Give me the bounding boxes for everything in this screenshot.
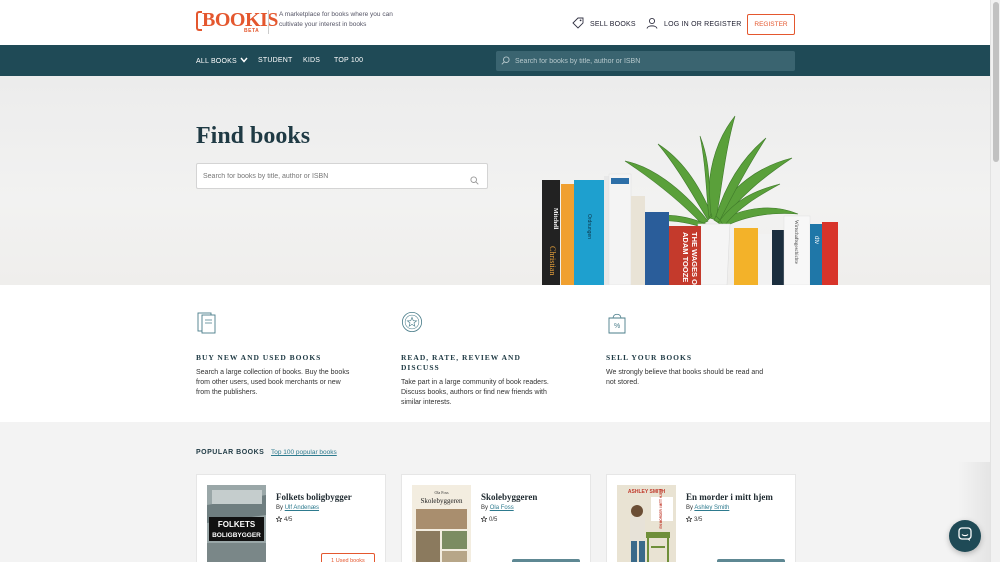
hero-title: Find books (196, 123, 311, 149)
bookis-logo[interactable]: BOOKIS BETA (196, 9, 278, 35)
svg-text:Mitchell: Mitchell (552, 208, 558, 230)
beta-badge: BETA (244, 28, 260, 34)
book-rating: 3/5 (685, 515, 702, 524)
cover-title: Skolebyggeren (421, 497, 463, 505)
header-divider (268, 10, 269, 34)
feature-read-rate: READ, RATE, REVIEW AND DISCUSS Take part… (401, 310, 561, 408)
book-rating: 4/5 (275, 515, 292, 524)
book-cover[interactable]: FOLKETS BOLIGBYGGER (207, 485, 266, 562)
svg-text:THE WAGES OF: THE WAGES OF (690, 232, 699, 285)
sell-books-link[interactable]: SELL BOOKS (572, 17, 636, 31)
login-register-link[interactable]: LOG IN OR REGISTER (646, 17, 742, 31)
book-title[interactable]: Skolebyggeren (481, 492, 537, 502)
author-link[interactable]: Ola Foss (490, 505, 514, 511)
nav-item-label: KIDS (303, 57, 321, 64)
cover-author: Ola Foss (434, 490, 449, 495)
login-label: LOG IN OR REGISTER (664, 20, 742, 28)
main-nav: ALL BOOKS STUDENT KIDS TOP 100 (0, 45, 990, 76)
price-tag-icon: % (608, 313, 626, 334)
cover-title-line: BOLIGBYGGER (212, 532, 261, 539)
star-icon (275, 515, 283, 524)
book-cover[interactable]: ASHLEY SMITH EN MORDER I MITT HJEM (617, 485, 676, 562)
popular-books-section: POPULAR BOOKS Top 100 popular books FOLK… (0, 422, 990, 562)
popular-books-heading: POPULAR BOOKS (196, 449, 265, 456)
hero-search-box[interactable] (196, 163, 488, 189)
feature-sell-books: % SELL YOUR BOOKS We strongly believe th… (606, 310, 766, 388)
svg-text:%: % (614, 323, 620, 330)
book-cover[interactable]: Ola Foss Skolebyggeren (412, 485, 471, 562)
feature-text: Search a large collection of books. Buy … (196, 369, 350, 396)
scrollbar-thumb[interactable] (993, 2, 999, 162)
book-author: By Ashley Smith (686, 505, 730, 511)
nav-item-label: TOP 100 (334, 57, 364, 64)
svg-text:Wirtschaftsgeschichte: Wirtschaftsgeschichte (793, 220, 798, 265)
search-icon[interactable] (470, 172, 479, 190)
site-header: BOOKIS BETA A marketplace for books wher… (0, 0, 990, 45)
book-card[interactable]: FOLKETS BOLIGBYGGER Folkets boligbygger … (196, 474, 386, 562)
nav-item-kids[interactable]: KIDS (303, 57, 320, 64)
star-icon (685, 515, 693, 524)
feature-title: BUY NEW AND USED BOOKS (196, 353, 322, 362)
author-link[interactable]: Ashley Smith (694, 505, 729, 511)
book-card[interactable]: ASHLEY SMITH EN MORDER I MITT HJEM En mo… (606, 474, 796, 562)
feature-title: SELL YOUR BOOKS (606, 353, 692, 362)
used-books-button[interactable]: 1 Used books (321, 553, 375, 562)
hero-section: Find books Mitchell Christian Ordnungen (0, 76, 990, 285)
feature-title: READ, RATE, REVIEW AND DISCUSS (401, 353, 521, 372)
nav-item-all-books[interactable]: ALL BOOKS (196, 57, 248, 65)
feature-buy-books: BUY NEW AND USED BOOKS Search a large co… (196, 310, 356, 398)
user-icon (646, 17, 658, 31)
star-badge-icon (401, 311, 423, 333)
page-scrollbar[interactable] (990, 0, 1000, 562)
author-link[interactable]: Ulf Andenæs (285, 505, 319, 511)
book-title[interactable]: Folkets boligbygger (276, 492, 352, 502)
book-title[interactable]: En morder i mitt hjem (686, 492, 773, 502)
sell-books-label: SELL BOOKS (590, 20, 636, 28)
svg-text:Ordnungen: Ordnungen (586, 214, 592, 239)
nav-item-label: STUDENT (258, 57, 293, 64)
cover-title-line: FOLKETS (218, 520, 256, 529)
feature-text: We strongly believe that books should be… (606, 369, 764, 386)
svg-text:Christian: Christian (548, 246, 557, 275)
book-rating: 0/5 (480, 515, 497, 524)
book-card[interactable]: Ola Foss Skolebyggeren Skolebyggeren By … (401, 474, 591, 562)
nav-item-top-100[interactable]: TOP 100 (334, 57, 363, 64)
tag-icon (572, 17, 584, 31)
svg-text:dtv: dtv (813, 236, 819, 244)
features-section: BUY NEW AND USED BOOKS Search a large co… (0, 285, 990, 422)
nav-item-student[interactable]: STUDENT (258, 57, 292, 64)
books-and-plant-illustration: Mitchell Christian Ordnungen ADAM TOOZE … (542, 115, 838, 285)
nav-item-label: ALL BOOKS (196, 57, 237, 65)
register-button[interactable]: REGISTER (747, 14, 795, 35)
feature-text: Take part in a large community of book r… (401, 379, 549, 406)
books-icon (197, 312, 216, 334)
star-icon (480, 515, 488, 524)
chat-widget-button[interactable] (949, 520, 981, 552)
hero-search-input[interactable] (203, 172, 468, 180)
chevron-down-icon (240, 57, 248, 65)
book-author: By Ulf Andenæs (276, 505, 320, 511)
svg-text:ADAM TOOZE: ADAM TOOZE (681, 232, 690, 282)
site-tagline: A marketplace for books where you can cu… (279, 11, 393, 28)
search-icon (501, 52, 510, 70)
nav-search-input[interactable] (515, 57, 785, 65)
chat-icon (957, 526, 973, 547)
cover-title: EN MORDER I MITT HJEM (659, 489, 663, 529)
top-100-link[interactable]: Top 100 popular books (271, 449, 337, 456)
book-author: By Ola Foss (481, 505, 514, 511)
nav-search-box[interactable] (496, 51, 795, 71)
logo-text: BOOKIS (202, 9, 278, 31)
